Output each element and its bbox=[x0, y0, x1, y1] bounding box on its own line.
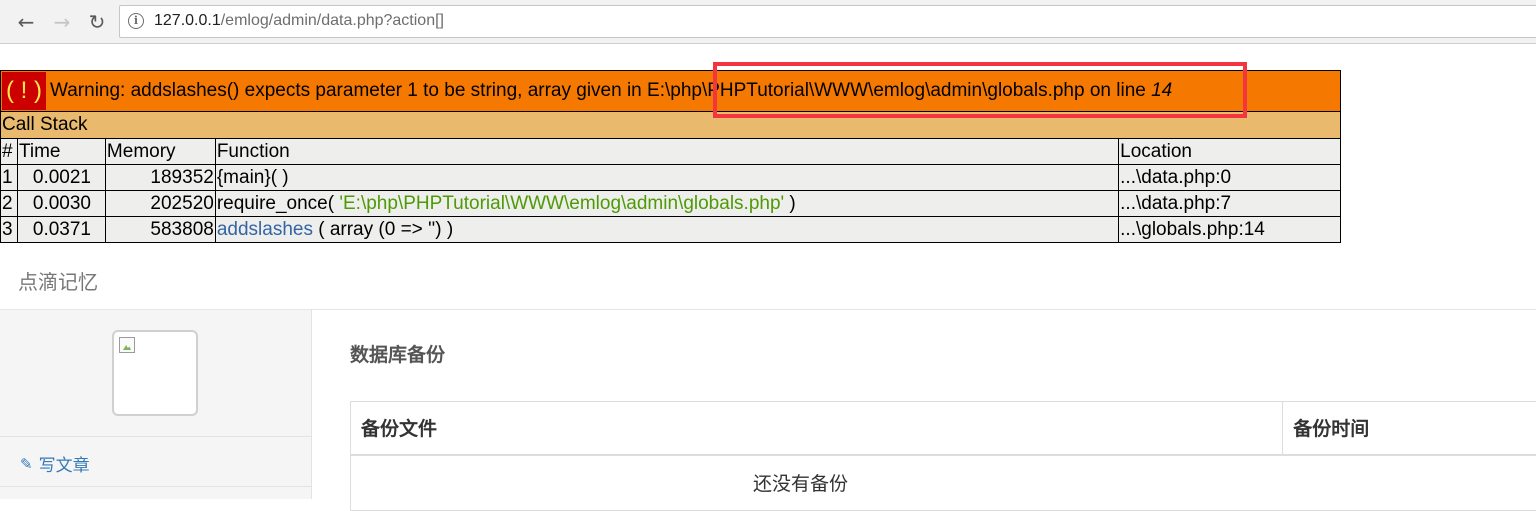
row-num: 2 bbox=[1, 191, 18, 217]
arrow-right-icon: → bbox=[54, 12, 71, 32]
page-title: 数据库备份 bbox=[350, 340, 445, 367]
xdebug-error-table: ( ! )Warning: addslashes() expects param… bbox=[0, 70, 1341, 243]
function-argument: 'E:\php\PHPTutorial\WWW\emlog\admin\glob… bbox=[339, 193, 784, 214]
row-time: 0.0030 bbox=[17, 191, 105, 217]
col-time: Time bbox=[17, 139, 105, 165]
warning-on-line: on line bbox=[1085, 80, 1152, 101]
warning-line-number: 14 bbox=[1151, 80, 1172, 101]
col-function: Function bbox=[215, 139, 1118, 165]
url-host: 127.0.0.1 bbox=[154, 12, 221, 29]
write-article-label: 写文章 bbox=[39, 451, 90, 476]
broken-image-icon bbox=[119, 337, 135, 353]
edit-icon: ✎ bbox=[20, 455, 33, 473]
browser-toolbar: ← → ↻ i 127.0.0.1/emlog/admin/data.php?a… bbox=[0, 0, 1536, 44]
function-doc-link[interactable]: addslashes bbox=[217, 219, 313, 240]
call-stack-header: Call Stack bbox=[1, 112, 1341, 139]
warning-file: E:\php\PHPTutorial\WWW\emlog\admin\globa… bbox=[647, 80, 1085, 101]
sidebar-divider bbox=[0, 486, 311, 487]
reload-button[interactable]: ↻ bbox=[85, 10, 109, 34]
row-memory: 202520 bbox=[105, 191, 215, 217]
arrow-left-icon: ← bbox=[18, 12, 35, 32]
function-name: require_once( bbox=[217, 193, 340, 214]
forward-button[interactable]: → bbox=[50, 10, 74, 34]
url-path: /emlog/admin/data.php?action[] bbox=[221, 12, 444, 29]
row-num: 3 bbox=[1, 217, 18, 243]
avatar[interactable] bbox=[112, 330, 198, 416]
table-row: 2 0.0030 202520 require_once( 'E:\php\PH… bbox=[1, 191, 1341, 217]
address-bar[interactable]: i 127.0.0.1/emlog/admin/data.php?action[… bbox=[119, 5, 1536, 38]
info-icon[interactable]: i bbox=[128, 13, 144, 29]
function-tail: ( array (0 => '') ) bbox=[313, 219, 453, 240]
warning-message: ( ! )Warning: addslashes() expects param… bbox=[1, 71, 1341, 112]
table-row: 3 0.0371 583808 addslashes ( array (0 =>… bbox=[1, 217, 1341, 243]
error-badge-icon: ( ! ) bbox=[2, 72, 46, 110]
row-time: 0.0371 bbox=[17, 217, 105, 243]
sidebar: ✎ 写文章 bbox=[0, 310, 312, 499]
url-text: 127.0.0.1/emlog/admin/data.php?action[] bbox=[154, 12, 444, 30]
reload-icon: ↻ bbox=[89, 12, 106, 32]
row-time: 0.0021 bbox=[17, 165, 105, 191]
col-memory: Memory bbox=[105, 139, 215, 165]
col-num: # bbox=[1, 139, 18, 165]
col-backup-time: 备份时间 bbox=[1283, 402, 1536, 455]
row-function: require_once( 'E:\php\PHPTutorial\WWW\em… bbox=[215, 191, 1118, 217]
warning-text: Warning: addslashes() expects parameter … bbox=[50, 80, 647, 101]
table-row: 1 0.0021 189352 {main}( ) ...\data.php:0 bbox=[1, 165, 1341, 191]
empty-state-text: 还没有备份 bbox=[351, 455, 1536, 511]
row-location: ...\data.php:7 bbox=[1119, 191, 1341, 217]
row-function: {main}( ) bbox=[215, 165, 1118, 191]
function-name: {main}( ) bbox=[217, 167, 289, 188]
row-memory: 189352 bbox=[105, 165, 215, 191]
col-backup-file: 备份文件 bbox=[351, 402, 1283, 455]
row-location: ...\globals.php:14 bbox=[1119, 217, 1341, 243]
backup-table: 备份文件 备份时间 还没有备份 bbox=[350, 401, 1536, 511]
col-location: Location bbox=[1119, 139, 1341, 165]
back-button[interactable]: ← bbox=[14, 10, 38, 34]
sidebar-divider bbox=[0, 436, 311, 437]
row-memory: 583808 bbox=[105, 217, 215, 243]
function-tail: ) bbox=[784, 193, 796, 214]
write-article-link[interactable]: ✎ 写文章 bbox=[20, 451, 90, 476]
row-function: addslashes ( array (0 => '') ) bbox=[215, 217, 1118, 243]
site-title[interactable]: 点滴记忆 bbox=[18, 266, 98, 295]
row-num: 1 bbox=[1, 165, 18, 191]
row-location: ...\data.php:0 bbox=[1119, 165, 1341, 191]
